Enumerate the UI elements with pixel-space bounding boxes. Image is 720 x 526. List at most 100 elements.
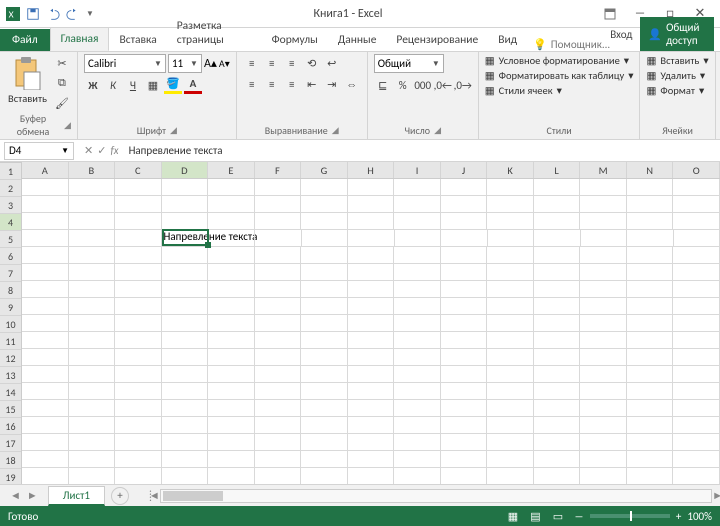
- cell[interactable]: [22, 264, 69, 281]
- bold-icon[interactable]: Ж: [84, 76, 102, 94]
- cell[interactable]: [115, 179, 162, 196]
- cell[interactable]: [69, 298, 116, 315]
- zoom-in-icon[interactable]: +: [676, 510, 681, 523]
- cell[interactable]: [673, 247, 720, 264]
- cell[interactable]: [208, 179, 255, 196]
- cell[interactable]: [441, 332, 488, 349]
- number-launcher-icon[interactable]: ◢: [434, 125, 441, 136]
- row-header[interactable]: 1: [0, 163, 21, 180]
- cell[interactable]: [627, 451, 674, 468]
- cell[interactable]: [487, 213, 534, 230]
- row-header[interactable]: 17: [0, 435, 21, 452]
- cell[interactable]: [580, 366, 627, 383]
- cell[interactable]: [301, 179, 348, 196]
- col-header[interactable]: K: [487, 162, 534, 178]
- cell[interactable]: [673, 383, 720, 400]
- cell[interactable]: [534, 383, 581, 400]
- cell[interactable]: [673, 349, 720, 366]
- cell[interactable]: [394, 247, 441, 264]
- cell[interactable]: [487, 298, 534, 315]
- cell[interactable]: [115, 451, 162, 468]
- cell[interactable]: [69, 349, 116, 366]
- col-header[interactable]: G: [301, 162, 348, 178]
- cell[interactable]: [534, 417, 581, 434]
- cell[interactable]: [673, 196, 720, 213]
- cell[interactable]: [22, 434, 69, 451]
- cell[interactable]: [348, 281, 395, 298]
- cell[interactable]: [673, 400, 720, 417]
- cell[interactable]: [115, 400, 162, 417]
- cell[interactable]: [580, 247, 627, 264]
- cell[interactable]: [115, 247, 162, 264]
- cell[interactable]: [534, 213, 581, 230]
- cell[interactable]: [22, 383, 69, 400]
- cell[interactable]: [580, 213, 627, 230]
- row-header[interactable]: 12: [0, 350, 21, 367]
- row-header[interactable]: 13: [0, 367, 21, 384]
- cell[interactable]: [487, 247, 534, 264]
- cell[interactable]: [22, 213, 69, 230]
- cell[interactable]: [673, 264, 720, 281]
- cell[interactable]: [301, 298, 348, 315]
- horizontal-scrollbar[interactable]: ◄►: [160, 489, 712, 503]
- cell[interactable]: [487, 451, 534, 468]
- tab-review[interactable]: Рецензирование: [386, 29, 488, 51]
- cell[interactable]: [69, 468, 116, 484]
- tell-me[interactable]: 💡Помощник...: [533, 38, 610, 51]
- cell[interactable]: [394, 383, 441, 400]
- cell[interactable]: [348, 213, 395, 230]
- cell[interactable]: [162, 468, 209, 484]
- cell[interactable]: [580, 383, 627, 400]
- cell[interactable]: [487, 383, 534, 400]
- cut-icon[interactable]: ✂: [53, 54, 71, 72]
- cell[interactable]: [534, 298, 581, 315]
- col-header[interactable]: I: [394, 162, 441, 178]
- dec-decimal-icon[interactable]: ,0→: [454, 76, 472, 94]
- row-header[interactable]: 4: [0, 214, 21, 231]
- cell[interactable]: [115, 366, 162, 383]
- cell[interactable]: [69, 196, 116, 213]
- indent-dec-icon[interactable]: ⇤: [303, 75, 321, 93]
- enter-formula-icon[interactable]: ✓: [97, 144, 106, 157]
- cell[interactable]: [348, 451, 395, 468]
- cell[interactable]: [255, 332, 302, 349]
- cell[interactable]: [348, 400, 395, 417]
- cell[interactable]: [534, 281, 581, 298]
- cell[interactable]: [487, 196, 534, 213]
- qat-menu-icon[interactable]: ▼: [86, 9, 94, 19]
- cell[interactable]: [441, 349, 488, 366]
- cell[interactable]: [255, 434, 302, 451]
- cell[interactable]: [22, 400, 69, 417]
- align-right-icon[interactable]: ≡: [283, 75, 301, 93]
- cell[interactable]: [441, 400, 488, 417]
- cell[interactable]: [673, 366, 720, 383]
- cell[interactable]: [394, 196, 441, 213]
- cell[interactable]: [69, 400, 116, 417]
- cell[interactable]: [208, 349, 255, 366]
- cell[interactable]: [302, 230, 349, 247]
- cell[interactable]: [69, 281, 116, 298]
- cell[interactable]: [162, 332, 209, 349]
- cell[interactable]: [22, 332, 69, 349]
- cell[interactable]: [162, 417, 209, 434]
- cell[interactable]: [580, 264, 627, 281]
- cell[interactable]: [301, 315, 348, 332]
- cell[interactable]: [673, 213, 720, 230]
- cell[interactable]: [208, 332, 255, 349]
- cell[interactable]: [115, 468, 162, 484]
- cell[interactable]: [348, 196, 395, 213]
- redo-icon[interactable]: [66, 7, 80, 21]
- indent-inc-icon[interactable]: ⇥: [323, 75, 341, 93]
- normal-view-icon[interactable]: ▦: [503, 510, 523, 523]
- cell[interactable]: [255, 366, 302, 383]
- cell[interactable]: [394, 281, 441, 298]
- cell[interactable]: [673, 434, 720, 451]
- cell[interactable]: [348, 349, 395, 366]
- cell[interactable]: [162, 298, 209, 315]
- cell[interactable]: [162, 179, 209, 196]
- cell[interactable]: [208, 417, 255, 434]
- align-center-icon[interactable]: ≡: [263, 75, 281, 93]
- cell[interactable]: [534, 400, 581, 417]
- cell[interactable]: [394, 434, 441, 451]
- row-header[interactable]: 7: [0, 265, 21, 282]
